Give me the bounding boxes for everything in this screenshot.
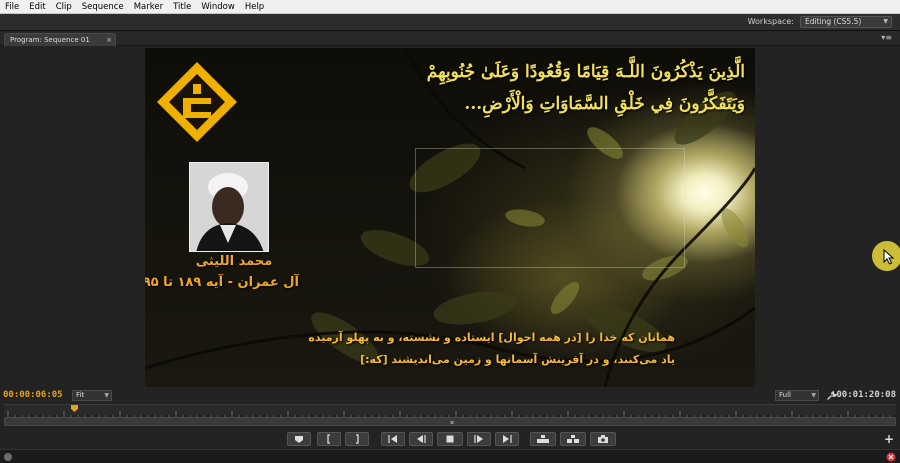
menu-bar: File Edit Clip Sequence Marker Title Win… <box>0 0 900 14</box>
marker-icon <box>295 435 303 443</box>
chevron-down-icon: ▼ <box>811 392 816 399</box>
translation-line-1: همانان که خدا را [در همه احوال] ایستاده … <box>308 331 675 344</box>
status-indicator-icon <box>4 453 12 461</box>
surah-range: آل عمران - آیه ۱۸۹ تا ۱۹۵ <box>145 275 299 290</box>
go-to-out-button[interactable] <box>495 432 519 446</box>
reciter-photo <box>189 162 269 252</box>
step-back-button[interactable] <box>409 432 433 446</box>
zoom-scrollbar[interactable]: ▪ <box>4 417 896 426</box>
menu-window[interactable]: Window <box>196 0 240 14</box>
status-bar <box>0 449 900 463</box>
tab-label: Program: Sequence 01 <box>10 36 90 44</box>
mouse-cursor-icon <box>883 249 895 265</box>
chevron-down-icon: ▼ <box>104 392 109 399</box>
zoom-level-value: Fit <box>76 391 85 399</box>
reciter-name: محمد الليثى <box>195 254 273 269</box>
zoom-level-dropdown[interactable]: Fit ▼ <box>72 390 112 401</box>
go-to-out-icon <box>503 435 512 443</box>
playhead-icon[interactable] <box>71 405 78 412</box>
extract-icon <box>567 435 579 443</box>
panel-tab-bar: Program: Sequence 01 × ▾≡ <box>0 31 900 46</box>
premiere-window: File Edit Clip Sequence Marker Title Win… <box>0 0 900 463</box>
verse-line-1: الَّذِينَ يَذْكُرُونَ اللَّـهَ قِيَامًا … <box>426 62 745 82</box>
monitor-info-bar: 00:00:06:05 Fit ▼ Full ▼ 00:01:20:08 <box>0 388 900 403</box>
workspace-value: Editing (CS5.5) <box>805 17 862 26</box>
add-button-icon[interactable]: + <box>884 433 894 445</box>
step-forward-icon <box>474 435 483 443</box>
menu-sequence[interactable]: Sequence <box>77 0 129 14</box>
camera-icon <box>598 435 608 443</box>
resolution-value: Full <box>779 391 791 399</box>
workspace-bar: Workspace: Editing (CS5.5) ▼ <box>0 14 900 31</box>
lift-button[interactable] <box>530 432 556 446</box>
add-marker-button[interactable] <box>287 432 311 446</box>
go-to-in-button[interactable] <box>381 432 405 446</box>
tab-program-monitor[interactable]: Program: Sequence 01 × <box>4 33 116 46</box>
transport-controls: + <box>0 430 900 448</box>
duration-timecode: 00:01:20:08 <box>836 390 896 400</box>
menu-clip[interactable]: Clip <box>51 0 77 14</box>
playback-resolution-dropdown[interactable]: Full ▼ <box>775 390 819 401</box>
program-monitor: الَّذِينَ يَذْكُرُونَ اللَّـهَ قِيَامًا … <box>0 46 900 388</box>
menu-marker[interactable]: Marker <box>129 0 168 14</box>
step-back-icon <box>417 435 426 443</box>
current-timecode[interactable]: 00:00:06:05 <box>3 390 63 400</box>
panel-menu-icon[interactable]: ▾≡ <box>881 33 892 42</box>
workspace-label: Workspace: <box>747 17 794 26</box>
go-to-in-icon <box>388 435 397 443</box>
workspace-dropdown[interactable]: Editing (CS5.5) ▼ <box>800 16 892 28</box>
lift-icon <box>537 435 549 443</box>
error-icon[interactable] <box>886 452 896 462</box>
mark-out-icon <box>356 434 359 444</box>
stop-button[interactable] <box>437 432 463 446</box>
menu-help[interactable]: Help <box>240 0 269 14</box>
menu-edit[interactable]: Edit <box>24 0 50 14</box>
video-frame: الَّذِينَ يَذْكُرُونَ اللَّـهَ قِيَامًا … <box>145 48 755 387</box>
quran-logo <box>157 62 237 142</box>
chevron-down-icon: ▼ <box>883 18 888 25</box>
stop-icon <box>446 435 454 443</box>
close-icon[interactable]: × <box>106 34 112 46</box>
mark-out-button[interactable] <box>345 432 369 446</box>
scroll-grip-icon[interactable]: ▪ <box>450 419 454 426</box>
menu-file[interactable]: File <box>0 0 24 14</box>
mark-in-button[interactable] <box>317 432 341 446</box>
menu-title[interactable]: Title <box>168 0 196 14</box>
extract-button[interactable] <box>560 432 586 446</box>
mark-in-icon <box>327 434 330 444</box>
export-frame-button[interactable] <box>590 432 616 446</box>
time-ruler[interactable] <box>4 404 896 419</box>
step-forward-button[interactable] <box>467 432 491 446</box>
translation-line-2: یاد می‌کنند، و در آفرینش آسمانها و زمین … <box>360 353 675 366</box>
title-safe-box <box>415 148 685 268</box>
verse-line-2: وَيَتَفَكَّرُونَ فِي خَلْقِ السَّمَاوَات… <box>464 94 745 114</box>
